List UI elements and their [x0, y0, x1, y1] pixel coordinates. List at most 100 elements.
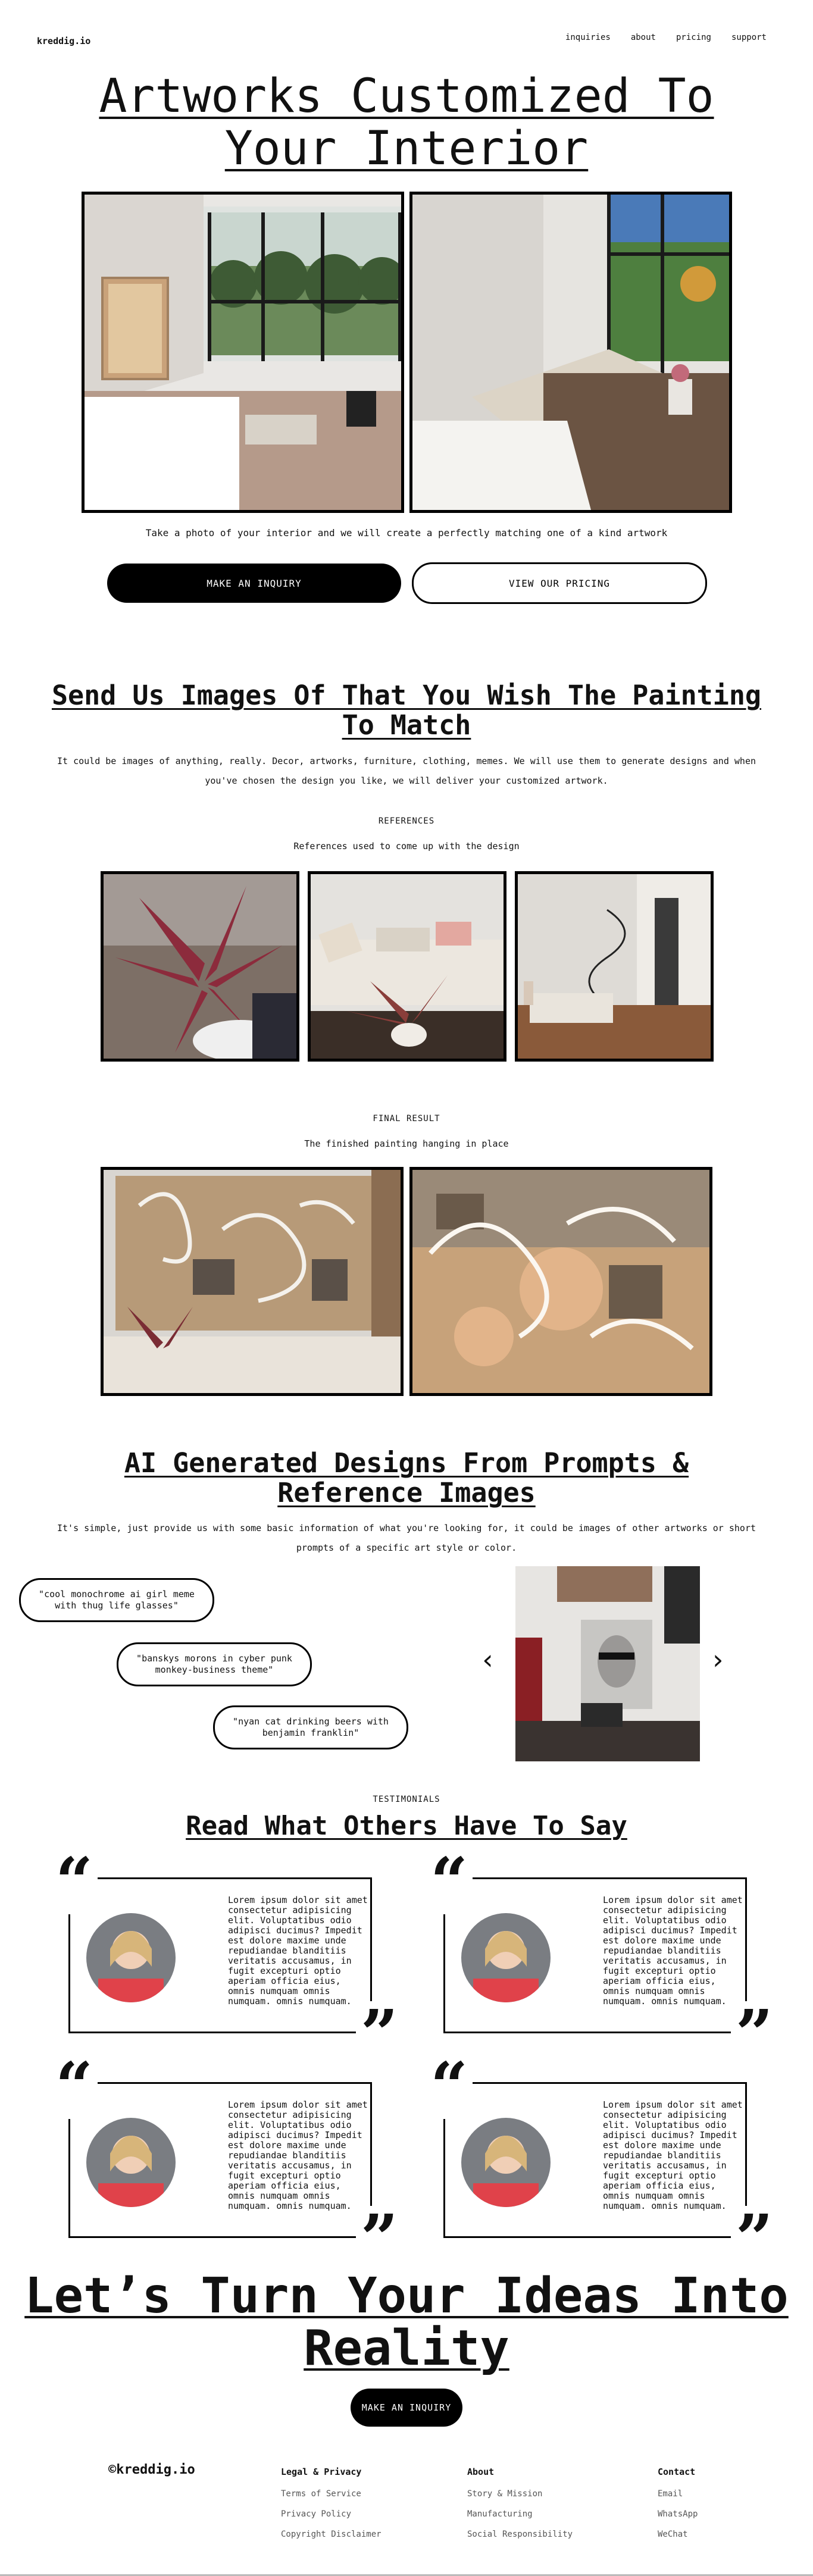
references-caption: References used to come up with the desi…	[293, 841, 520, 852]
ai-generated-design-photo	[515, 1566, 700, 1761]
painting-in-room-illustration	[104, 1170, 401, 1393]
sofa-illustration	[311, 874, 504, 1059]
avatar-illustration	[461, 1913, 551, 2002]
match-text-line1: It could be images of anything, really. …	[57, 756, 756, 766]
prompt-1-line1: "cool monochrome ai girl meme	[39, 1589, 195, 1600]
final-result-label: FINAL RESULT	[373, 1114, 440, 1123]
prompt-3-line2: benjamin franklin"	[262, 1727, 359, 1738]
avatar	[461, 1913, 551, 2002]
reference-image-sofa	[308, 871, 506, 1062]
testimonial-text: Lorem ipsum dolor sit amet consectetur a…	[603, 1895, 743, 2007]
nav-link-about[interactable]: about	[631, 33, 656, 42]
testimonial-card: “ Lorem ipsum dolor sit amet consectetur…	[39, 1849, 403, 2067]
avatar-illustration	[86, 1913, 176, 2002]
match-title-line1: Send Us Images Of That You Wish The Pain…	[51, 680, 762, 711]
ai-title-line2: Reference Images	[277, 1477, 536, 1508]
match-title-line2: To Match	[342, 709, 471, 741]
testimonial-text: Lorem ipsum dolor sit amet consectetur a…	[228, 2099, 368, 2211]
brand-logo[interactable]: kreddig.io	[37, 36, 90, 46]
carousel-prev-arrow[interactable]: ‹	[480, 1644, 496, 1676]
cta-title-line2: Reality	[304, 2320, 509, 2377]
ai-section-title: AI Generated Designs From Prompts & Refe…	[0, 1448, 813, 1508]
close-quote-icon: ”	[355, 2001, 403, 2067]
testimonial-card: “ Lorem ipsum dolor sit amet consectetur…	[414, 2054, 778, 2271]
match-text-line2: you've chosen the design you like, we wi…	[205, 775, 608, 786]
page: kreddig.io inquiries about pricing suppo…	[0, 0, 813, 2576]
footer-link-privacy[interactable]: Privacy Policy	[281, 2509, 382, 2519]
testimonials-title: Read What Others Have To Say	[186, 1811, 627, 1841]
reference-image-plant	[101, 871, 299, 1062]
reference-image-staircase	[515, 871, 714, 1062]
open-quote-icon: “	[426, 1849, 473, 1914]
close-quote-icon: ”	[355, 2206, 403, 2271]
close-quote-icon: ”	[730, 2206, 778, 2271]
view-pricing-button[interactable]: VIEW OUR PRICING	[412, 562, 707, 604]
avatar-illustration	[86, 2118, 176, 2207]
prompt-example-3: "nyan cat drinking beers with benjamin fr…	[213, 1705, 408, 1749]
footer-link-story[interactable]: Story & Mission	[467, 2489, 573, 2499]
ai-text-line1: It's simple, just provide us with some b…	[57, 1523, 756, 1533]
final-result-caption: The finished painting hanging in place	[304, 1138, 509, 1149]
testimonial-card: “ Lorem ipsum dolor sit amet consectetur…	[39, 2054, 403, 2271]
ai-design-illustration	[515, 1566, 700, 1761]
footer-link-manufacturing[interactable]: Manufacturing	[467, 2509, 573, 2519]
avatar	[86, 2118, 176, 2207]
footer-about: About Story & Mission Manufacturing Soci…	[467, 2467, 573, 2550]
footer-link-email[interactable]: Email	[658, 2489, 698, 2499]
hero-title-line1: Artworks Customized To	[99, 70, 714, 123]
footer-copyright: ©kreddig.io	[108, 2462, 195, 2477]
open-quote-icon: “	[51, 1849, 98, 1914]
cta-title-line1: Let’s Turn Your Ideas Into	[24, 2268, 789, 2324]
hero-interior-photo-left	[82, 192, 404, 513]
footer-legal-heading: Legal & Privacy	[281, 2467, 362, 2477]
avatar-illustration	[461, 2118, 551, 2207]
prompt-2-line2: monkey-business theme"	[155, 1664, 274, 1675]
testimonial-text: Lorem ipsum dolor sit amet consectetur a…	[228, 1895, 368, 2007]
nav-link-support[interactable]: support	[731, 33, 767, 42]
hero-title-line2: Your Interior	[224, 122, 589, 176]
interior-illustration	[412, 195, 729, 510]
prompt-example-1: "cool monochrome ai girl meme with thug l…	[19, 1578, 214, 1622]
final-result-painting-closeup	[409, 1167, 712, 1396]
prompt-1-line2: with thug life glasses"	[55, 1600, 179, 1611]
hero-tagline: Take a photo of your interior and we wil…	[145, 527, 668, 539]
prompt-3-line1: "nyan cat drinking beers with	[233, 1716, 389, 1727]
plant-illustration	[104, 874, 296, 1059]
footer-legal: Legal & Privacy Terms of Service Privacy…	[281, 2467, 382, 2550]
footer-link-wechat[interactable]: WeChat	[658, 2530, 698, 2539]
nav-link-pricing[interactable]: pricing	[676, 33, 711, 42]
testimonial-card: “ Lorem ipsum dolor sit amet consectetur…	[414, 1849, 778, 2067]
prompt-2-line1: "banskys morons in cyber punk	[136, 1653, 292, 1664]
cta-title: Let’s Turn Your Ideas Into Reality	[0, 2270, 813, 2375]
ai-text-line2: prompts of a specific art style or color…	[296, 1542, 517, 1553]
footer-link-terms[interactable]: Terms of Service	[281, 2489, 382, 2499]
open-quote-icon: “	[51, 2054, 98, 2119]
testimonial-text: Lorem ipsum dolor sit amet consectetur a…	[603, 2099, 743, 2211]
close-quote-icon: ”	[730, 2001, 778, 2067]
footer-link-social[interactable]: Social Responsibility	[467, 2530, 573, 2539]
make-inquiry-button[interactable]: MAKE AN INQUIRY	[107, 564, 401, 603]
ai-title-line1: AI Generated Designs From Prompts &	[124, 1447, 689, 1479]
hero-title: Artworks Customized To Your Interior	[0, 70, 813, 175]
footer-link-whatsapp[interactable]: WhatsApp	[658, 2509, 698, 2519]
cta-inquiry-button[interactable]: MAKE AN INQUIRY	[351, 2389, 462, 2427]
painting-closeup-illustration	[412, 1170, 709, 1393]
staircase-illustration	[518, 874, 711, 1059]
interior-illustration	[85, 195, 401, 510]
avatar	[461, 2118, 551, 2207]
hero-interior-photo-right	[409, 192, 732, 513]
carousel-next-arrow[interactable]: ›	[709, 1644, 726, 1676]
match-section-title: Send Us Images Of That You Wish The Pain…	[0, 681, 813, 740]
footer-contact: Contact Email WhatsApp WeChat	[658, 2467, 698, 2550]
open-quote-icon: “	[426, 2054, 473, 2119]
final-result-photo-room	[101, 1167, 404, 1396]
footer-contact-heading: Contact	[658, 2467, 696, 2477]
match-description: It could be images of anything, really. …	[24, 752, 789, 791]
ai-description: It's simple, just provide us with some b…	[24, 1519, 789, 1558]
footer-about-heading: About	[467, 2467, 495, 2477]
footer-link-copyright[interactable]: Copyright Disclaimer	[281, 2530, 382, 2539]
testimonials-label: TESTIMONIALS	[373, 1795, 440, 1804]
nav-link-inquiries[interactable]: inquiries	[565, 33, 611, 42]
references-label: REFERENCES	[378, 816, 435, 826]
nav-links: inquiries about pricing support	[565, 33, 767, 42]
